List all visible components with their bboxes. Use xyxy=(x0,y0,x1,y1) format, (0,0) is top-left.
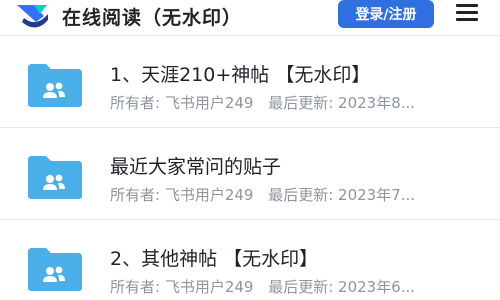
item-updated: 最后更新: 2023年7... xyxy=(268,186,416,204)
top-bar: 在线阅读（无水印） 登录/注册 xyxy=(0,0,500,36)
hamburger-menu-icon[interactable] xyxy=(456,2,478,22)
list-item[interactable]: 1、天涯210+神帖 【无水印】 所有者: 飞书用户249 最后更新: 2023… xyxy=(0,36,500,128)
item-owner: 所有者: 飞书用户249 xyxy=(110,94,254,112)
app-title: 在线阅读（无水印） xyxy=(62,7,243,29)
item-owner: 所有者: 飞书用户249 xyxy=(110,278,254,296)
login-register-button[interactable]: 登录/注册 xyxy=(338,0,434,28)
item-meta: 所有者: 飞书用户249 最后更新: 2023年7... xyxy=(110,184,472,205)
item-updated: 最后更新: 2023年6... xyxy=(268,278,416,296)
shared-folder-icon xyxy=(28,64,82,107)
item-title: 2、其他神帖 【无水印】 xyxy=(110,248,319,270)
file-list: 1、天涯210+神帖 【无水印】 所有者: 飞书用户249 最后更新: 2023… xyxy=(0,36,500,300)
item-meta: 所有者: 飞书用户249 最后更新: 2023年6... xyxy=(110,276,472,297)
shared-folder-icon xyxy=(28,156,82,199)
app-logo-icon[interactable] xyxy=(14,2,50,30)
list-item[interactable]: 最近大家常问的贴子 所有者: 飞书用户249 最后更新: 2023年7... xyxy=(0,128,500,220)
item-meta: 所有者: 飞书用户249 最后更新: 2023年8... xyxy=(110,92,472,113)
item-updated: 最后更新: 2023年8... xyxy=(268,94,416,112)
item-title: 最近大家常问的贴子 xyxy=(110,156,282,178)
item-title: 1、天涯210+神帖 【无水印】 xyxy=(110,64,371,86)
list-item[interactable]: 2、其他神帖 【无水印】 所有者: 飞书用户249 最后更新: 2023年6..… xyxy=(0,220,500,300)
shared-folder-icon xyxy=(28,248,82,291)
item-owner: 所有者: 飞书用户249 xyxy=(110,186,254,204)
